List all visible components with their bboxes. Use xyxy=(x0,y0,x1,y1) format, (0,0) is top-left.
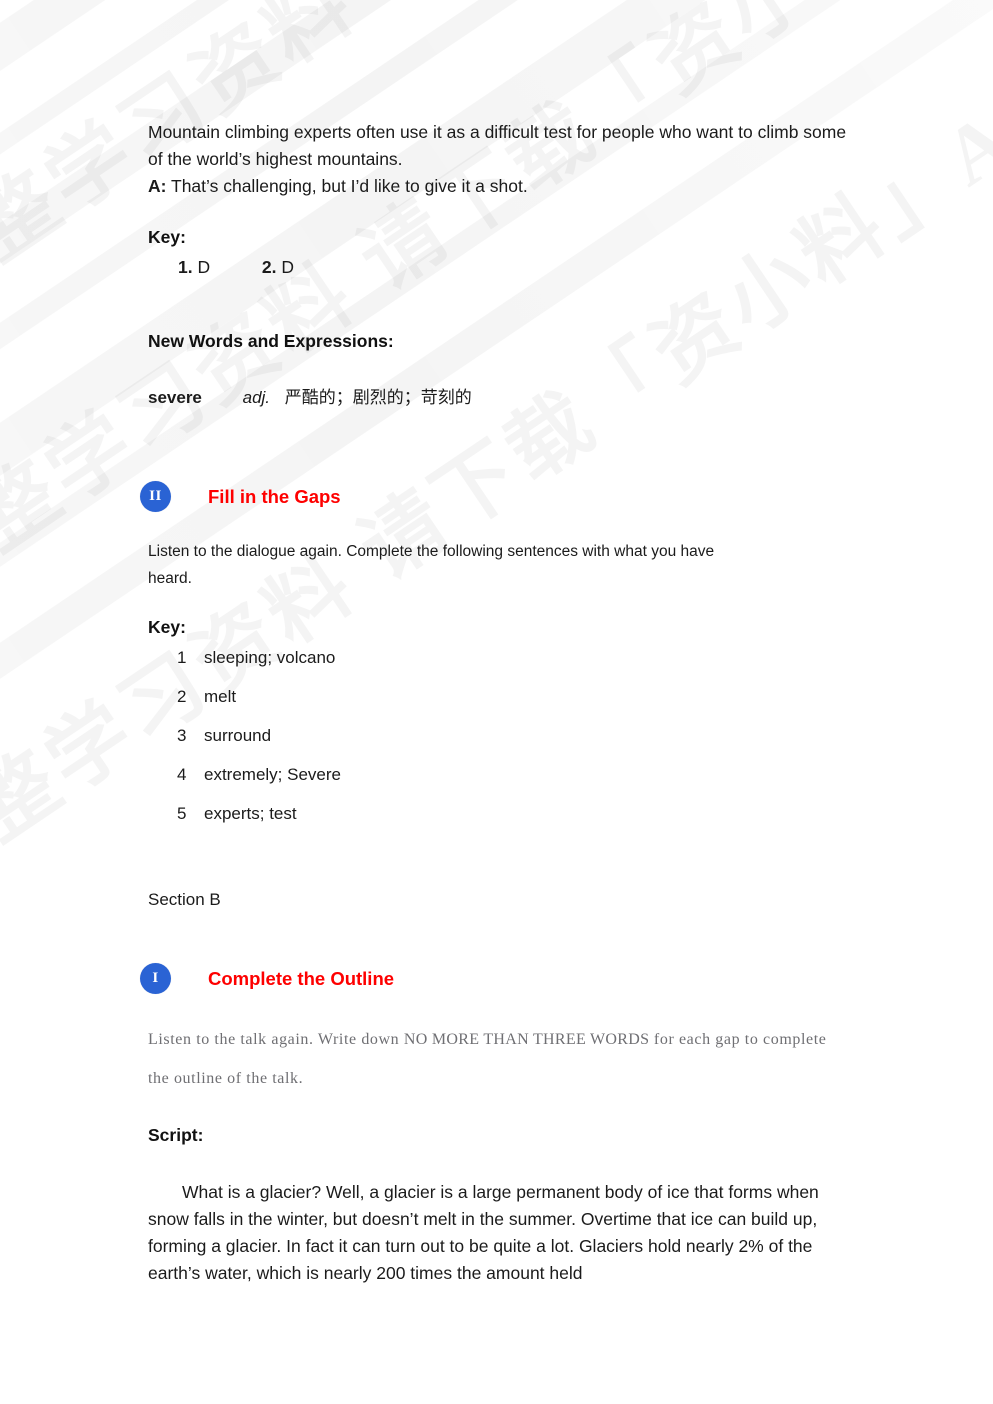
item-text: surround xyxy=(204,726,272,745)
fill-gaps-instruction: Listen to the dialogue again. Complete t… xyxy=(148,543,715,587)
item-text: melt xyxy=(204,687,237,706)
list-item: 4 extremely; Severe xyxy=(177,765,341,804)
list-item: 1 sleeping; volcano xyxy=(177,648,341,687)
roman-numeral-badge-icon: I xyxy=(140,963,171,994)
answer-number: 1. xyxy=(178,257,193,277)
list-item: 3 surround xyxy=(177,726,341,765)
dialogue-line-1: Mountain climbing experts often use it a… xyxy=(148,122,847,169)
complete-outline-instruction: Listen to the talk again. Write down NO … xyxy=(148,1020,848,1098)
script-paragraph: What is a glacier? Well, a glacier is a … xyxy=(148,1182,819,1283)
key-heading-2: Key: xyxy=(148,617,186,637)
activity-heading-fill-gaps: II Fill in the Gaps xyxy=(140,481,341,512)
watermark-text: 免费查看完整学习资料 请下载「资小料」APP xyxy=(0,0,993,529)
vocab-definition: 严酷的；剧烈的；苛刻的 xyxy=(284,388,472,407)
vocab-word: severe xyxy=(148,388,202,407)
answer-number: 2. xyxy=(261,257,277,277)
activity-heading-complete-outline: I Complete the Outline xyxy=(140,963,394,994)
speaker-a-text: That’s challenging, but I’d like to give… xyxy=(166,176,528,196)
fill-gaps-answer-list: 1 sleeping; volcano 2 melt 3 surround 4 … xyxy=(177,648,341,843)
key-answers-1: 1. D 2. D xyxy=(178,257,294,278)
document-page: 免费查看完整学习资料 请下载「资小料」APP 免费查看完整学习资料 请下载「资小… xyxy=(0,0,993,1404)
vocab-part-of-speech: adj. xyxy=(242,388,271,407)
item-text: experts; test xyxy=(204,804,297,823)
item-number: 3 xyxy=(177,726,187,745)
speaker-a-label: A: xyxy=(148,176,167,196)
new-words-heading: New Words and Expressions: xyxy=(148,331,394,351)
activity-title: Complete the Outline xyxy=(208,967,395,989)
item-number: 5 xyxy=(177,804,187,823)
item-number: 4 xyxy=(177,765,187,784)
instruction-emphasis: NO MORE THAN THREE WORDS xyxy=(403,1031,650,1048)
list-item: 5 experts; test xyxy=(177,804,341,843)
script-heading: Script: xyxy=(148,1125,204,1145)
item-text: sleeping; volcano xyxy=(204,648,336,667)
section-b-label: Section B xyxy=(148,890,221,909)
vocabulary-entry: severe adj. 严酷的；剧烈的；苛刻的 xyxy=(148,383,472,408)
item-number: 2 xyxy=(177,687,187,706)
key-heading-1: Key: xyxy=(148,227,186,247)
answer-value: D xyxy=(197,257,211,277)
item-text: extremely; Severe xyxy=(204,765,341,784)
dialogue-paragraph: Mountain climbing experts often use it a… xyxy=(148,119,858,200)
list-item: 2 melt xyxy=(177,687,341,726)
answer-value: D xyxy=(281,257,294,277)
item-number: 1 xyxy=(177,648,187,667)
instruction-pre: Listen to the talk again. Write down xyxy=(148,1031,404,1048)
activity-title: Fill in the Gaps xyxy=(208,485,341,507)
roman-numeral-badge-icon: II xyxy=(140,481,171,512)
